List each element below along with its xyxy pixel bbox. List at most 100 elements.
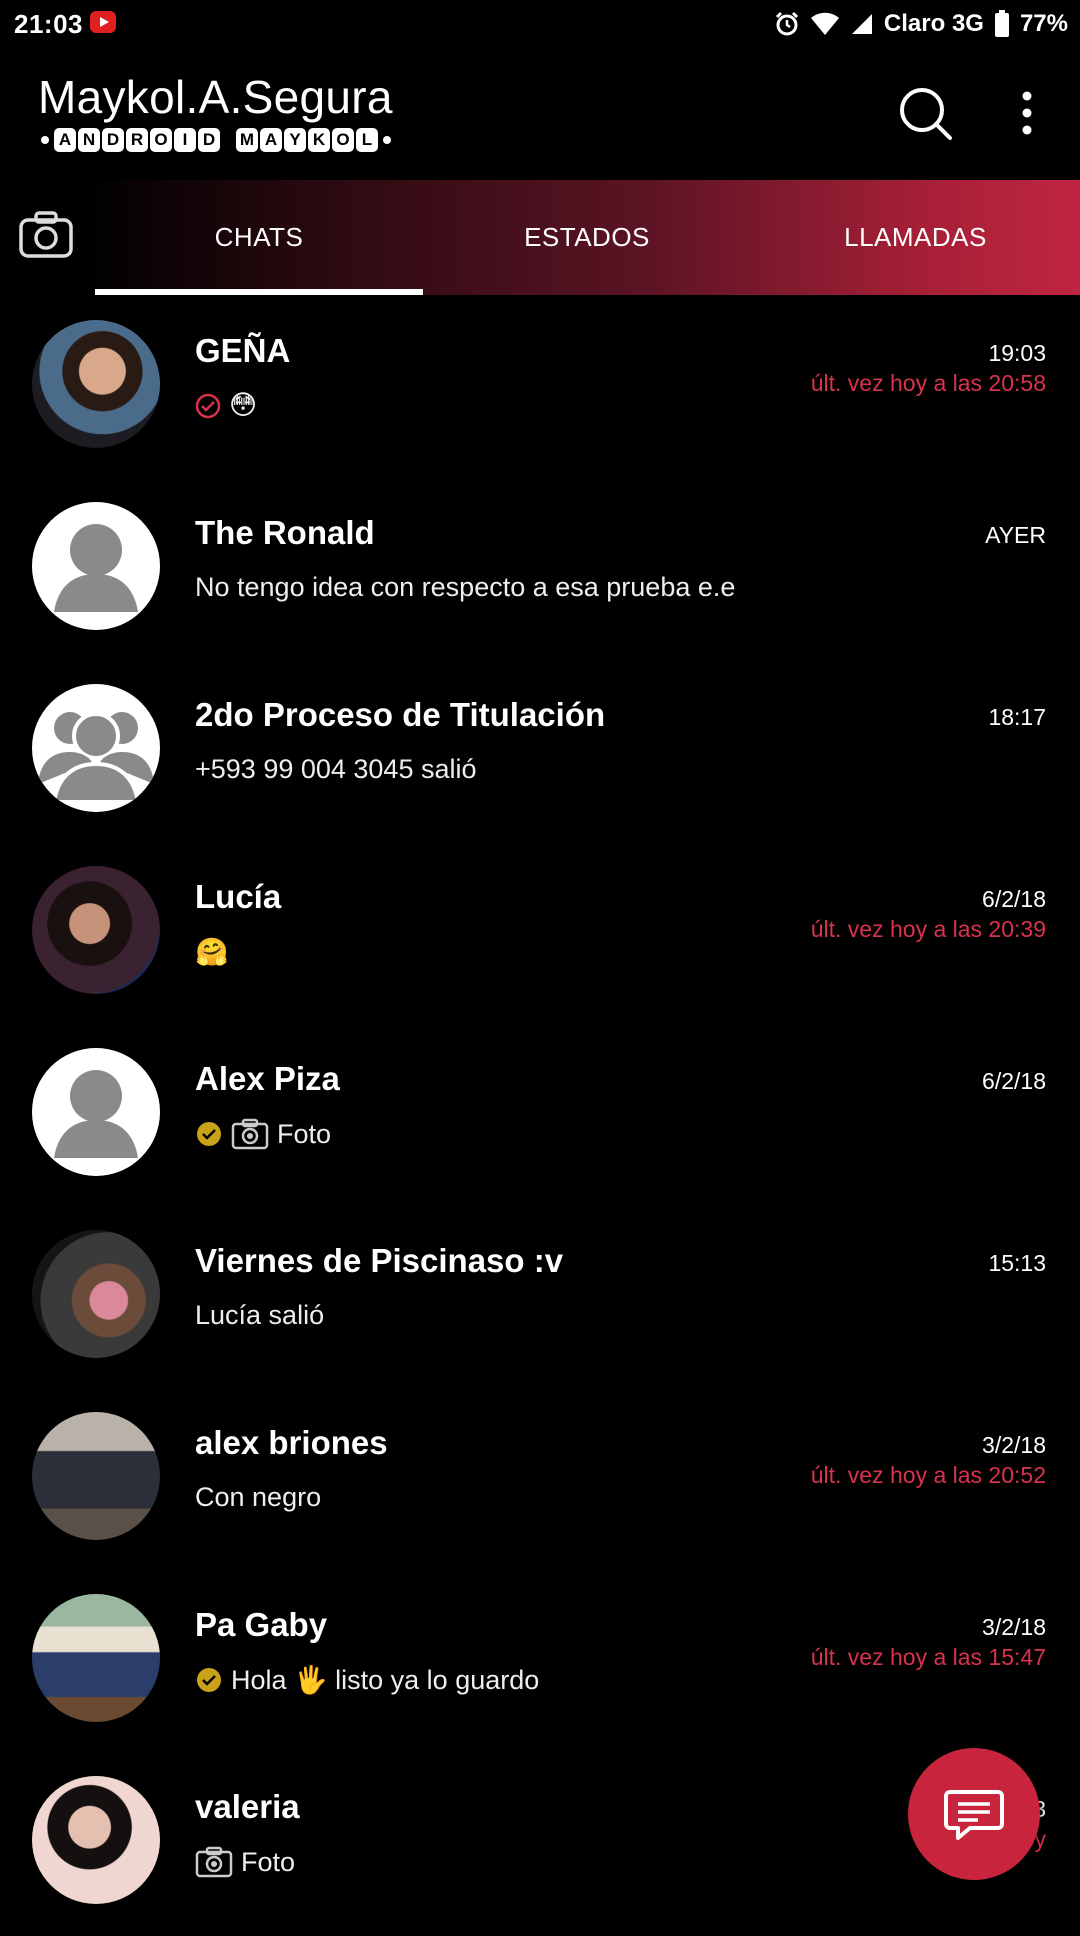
last-seen-text: últ. vez hoy a las 20:39 — [810, 916, 1046, 942]
photo-camera-icon — [231, 1118, 269, 1150]
message-preview: Foto — [195, 1118, 331, 1150]
default-person-icon — [54, 1070, 138, 1158]
chat-time: 19:03 — [988, 340, 1046, 366]
message-preview: +593 99 004 3045 salió — [195, 754, 477, 785]
tagline-letter: A — [260, 128, 282, 152]
message-preview-text: 🤗 — [195, 937, 229, 967]
carrier-label: Claro 3G — [883, 10, 984, 37]
status-bar: 21:03 Claro 3G 77% — [0, 0, 1080, 48]
contact-avatar[interactable] — [32, 320, 160, 448]
chat-time: 3/2/18 — [982, 1432, 1046, 1458]
tagline-letter: R — [126, 128, 148, 152]
photo-camera-icon — [195, 1846, 233, 1878]
tagline-dot — [41, 136, 49, 144]
wifi-icon — [810, 12, 839, 35]
chat-bubble-icon — [944, 1790, 1004, 1840]
message-preview: 😳 — [195, 390, 257, 421]
contact-avatar[interactable] — [32, 684, 160, 812]
tagline-letter: L — [356, 128, 378, 152]
active-tab-indicator — [95, 289, 423, 295]
app-title: Maykol.A.Segura — [38, 71, 393, 123]
delivered-check-icon — [197, 1668, 221, 1692]
tagline-letter: O — [150, 128, 172, 152]
tagline-letter: I — [174, 128, 196, 152]
chat-name: Alex Piza — [195, 1060, 340, 1097]
message-preview-text: Con negro — [195, 1482, 322, 1512]
tagline-letter: M — [236, 128, 258, 152]
message-preview-text: +593 99 004 3045 salió — [195, 754, 477, 784]
last-seen-text: últ. vez hoy a las 15:47 — [810, 1644, 1046, 1670]
contact-avatar[interactable] — [32, 1776, 160, 1904]
contact-avatar[interactable] — [32, 502, 160, 630]
read-check-icon — [195, 393, 221, 418]
contact-avatar[interactable] — [32, 1048, 160, 1176]
youtube-notification-icon — [90, 11, 116, 33]
tagline-letter: Y — [284, 128, 306, 152]
chat-time: 6/2/18 — [982, 1068, 1046, 1094]
chat-row[interactable]: Viernes de Piscinaso :v 15:13 Lucía salió — [0, 1210, 1080, 1390]
app-tagline: ANDROIDMAYKOL — [38, 128, 394, 152]
chat-row[interactable]: The Ronald AYER No tengo idea con respecto… — [0, 482, 1080, 662]
chat-time: 18:17 — [988, 704, 1046, 730]
contact-avatar[interactable] — [32, 1412, 160, 1540]
last-seen-text: últ. vez hoy a las 20:52 — [810, 1462, 1046, 1488]
tagline-letter: D — [198, 128, 220, 152]
tagline-letter: K — [308, 128, 330, 152]
message-preview: Con negro — [195, 1482, 321, 1513]
app-bar: Maykol.A.Segura ANDROIDMAYKOL — [0, 48, 1080, 180]
message-preview-text: Hola 🖐 listo ya lo guardo — [231, 1665, 540, 1695]
default-group-icon — [38, 712, 154, 804]
message-preview: Lucía salió — [195, 1300, 324, 1331]
alarm-icon — [775, 11, 798, 36]
chat-row[interactable]: Pa Gaby 3/2/18 últ. vez hoy a las 15:47 Hol… — [0, 1574, 1080, 1754]
tagline-letter: N — [78, 128, 100, 152]
chat-row[interactable]: Lucía 6/2/18 últ. vez hoy a las 20:39 🤗 — [0, 846, 1080, 1026]
tagline-dot — [383, 136, 391, 144]
message-preview: 🤗 — [195, 936, 229, 968]
tagline-letter: A — [54, 128, 76, 152]
chat-name: Pa Gaby — [195, 1606, 328, 1643]
message-preview: No tengo idea con respecto a esa prueba … — [195, 572, 735, 603]
message-preview: Foto — [195, 1846, 295, 1878]
chat-row[interactable]: Alex Piza 6/2/18 Foto — [0, 1028, 1080, 1208]
chat-time: 15:13 — [988, 1250, 1046, 1276]
chat-row[interactable]: alex briones 3/2/18 últ. vez hoy a las 20:… — [0, 1392, 1080, 1572]
status-time: 21:03 — [14, 9, 83, 39]
delivered-check-icon — [197, 1122, 221, 1146]
chat-name: alex briones — [195, 1424, 388, 1461]
search-icon[interactable] — [890, 78, 960, 148]
contact-avatar[interactable] — [32, 866, 160, 994]
message-preview: Hola 🖐 listo ya lo guardo — [195, 1664, 539, 1696]
chat-name: 2do Proceso de Titulación — [195, 696, 606, 733]
chat-name: Viernes de Piscinaso :v — [195, 1242, 564, 1279]
tagline-letter: O — [332, 128, 354, 152]
new-chat-button[interactable] — [908, 1748, 1040, 1880]
chat-name: GEÑA — [195, 332, 291, 369]
tab-calls[interactable]: LLAMADAS — [751, 180, 1080, 295]
tagline-letter: D — [102, 128, 124, 152]
message-preview-text: No tengo idea con respecto a esa prueba … — [195, 572, 736, 602]
contact-avatar[interactable] — [32, 1230, 160, 1358]
default-person-icon — [54, 524, 138, 612]
chat-row[interactable]: GEÑA 19:03 últ. vez hoy a las 20:58 😳 — [0, 300, 1080, 480]
chat-name: The Ronald — [195, 514, 375, 551]
chat-name: Lucía — [195, 878, 282, 915]
contact-avatar[interactable] — [32, 1594, 160, 1722]
chat-time: AYER — [985, 522, 1046, 548]
battery-icon — [994, 10, 1009, 37]
last-seen-text: últ. vez hoy a las 20:58 — [810, 370, 1046, 396]
tab-bar: CHATS ESTADOS LLAMADAS — [0, 180, 1080, 295]
camera-tab-icon[interactable] — [18, 210, 74, 260]
message-preview-text: 😳 — [229, 390, 258, 420]
chat-row[interactable]: 2do Proceso de Titulación 18:17 +593 99 00… — [0, 664, 1080, 844]
signal-icon — [851, 14, 872, 34]
message-preview-text: Foto — [241, 1846, 296, 1877]
message-preview-text: Foto — [277, 1118, 332, 1149]
message-preview-text: Lucía salió — [195, 1300, 325, 1330]
chat-name: valeria — [195, 1788, 300, 1825]
chat-time: 3/2/18 — [982, 1614, 1046, 1640]
tab-status[interactable]: ESTADOS — [423, 180, 751, 295]
more-options-icon[interactable] — [992, 78, 1062, 148]
battery-percent: 77% — [1019, 10, 1068, 37]
tab-chats[interactable]: CHATS — [95, 180, 423, 295]
